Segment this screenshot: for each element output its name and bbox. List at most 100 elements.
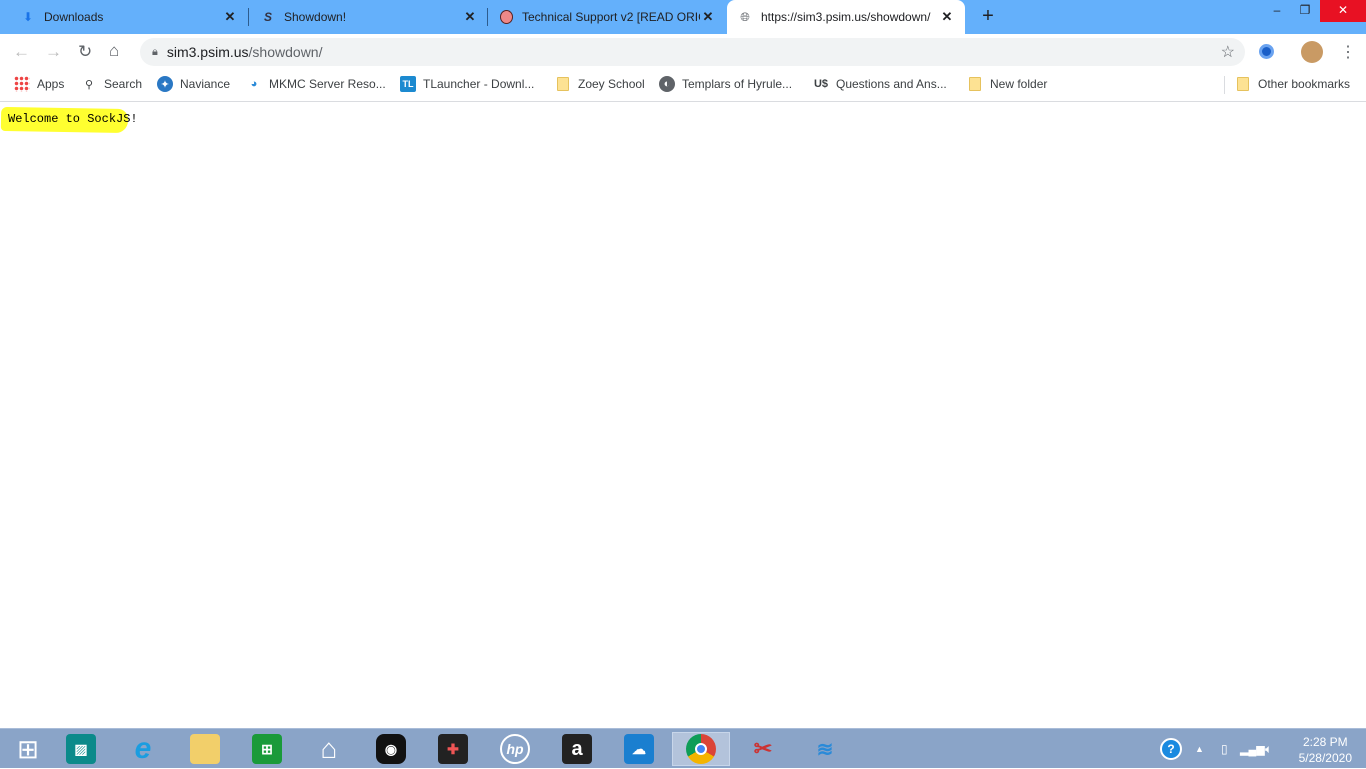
- taskbar-internet-explorer[interactable]: e: [115, 732, 171, 766]
- search-icon: ⚲: [84, 78, 94, 91]
- bookmark-label: Templars of Hyrule...: [682, 77, 793, 91]
- url-host: sim3.psim.us: [166, 44, 249, 60]
- store-icon: ⊞: [252, 734, 282, 764]
- bookmark-apps[interactable]: Apps: [14, 76, 64, 92]
- close-window-button[interactable]: ✕: [1320, 0, 1366, 22]
- bookmark-star-icon[interactable]: ☆: [1221, 42, 1235, 62]
- taskbar-chrome[interactable]: [672, 732, 730, 766]
- taskbar-home[interactable]: ⌂: [301, 732, 357, 766]
- url-path: /showdown/: [248, 44, 323, 60]
- home-icon: ⌂: [320, 733, 338, 764]
- showdown-icon: S: [263, 10, 272, 24]
- tab-divider: [248, 8, 249, 26]
- file-explorer-icon: [190, 734, 220, 764]
- battery-icon[interactable]: ▯: [1221, 729, 1228, 769]
- tab-label: Showdown!: [284, 10, 347, 24]
- clock[interactable]: 2:28 PM 5/28/2020: [1299, 734, 1352, 766]
- bookmark-label: Naviance: [180, 77, 231, 91]
- taskbar-camera[interactable]: ◉: [363, 732, 419, 766]
- bookmark-label: New folder: [990, 77, 1048, 91]
- taskbar-puzzle[interactable]: ✚: [425, 732, 481, 766]
- tab-label: https://sim3.psim.us/showdown/: [761, 10, 931, 24]
- tab-showdown[interactable]: S Showdown! ✕: [250, 0, 488, 34]
- hp-icon: hp: [500, 734, 530, 764]
- home-button[interactable]: ⌂: [109, 41, 119, 61]
- reload-button[interactable]: ↻: [78, 42, 92, 62]
- address-bar[interactable]: 🔒︎ sim3.psim.us/showdown/ ☆: [140, 38, 1245, 66]
- us-icon: U$: [813, 78, 829, 90]
- tab-sim3[interactable]: 🌐︎ https://sim3.psim.us/showdown/ ✕: [727, 0, 965, 34]
- minimize-button[interactable]: –: [1262, 0, 1292, 22]
- start-button[interactable]: ⊞: [0, 732, 56, 766]
- bookmark-search[interactable]: ⚲ Search: [81, 76, 142, 92]
- bookmark-label: Questions and Ans...: [836, 77, 947, 91]
- lock-icon: 🔒︎: [152, 45, 158, 58]
- bookmark-zoey-school[interactable]: Zoey School: [555, 76, 645, 92]
- close-tab-icon[interactable]: ✕: [222, 9, 238, 25]
- bookmark-label: Zoey School: [578, 77, 645, 91]
- tab-downloads[interactable]: ⬇ Downloads ✕: [10, 0, 248, 34]
- tab-technical-support[interactable]: Technical Support v2 [READ ORIG ✕: [488, 0, 726, 34]
- taskbar-file-explorer[interactable]: [177, 732, 233, 766]
- bookmark-label: TLauncher - Downl...: [423, 77, 535, 91]
- profile-avatar[interactable]: [1301, 41, 1323, 63]
- scissors-icon: ✂: [753, 736, 773, 761]
- taskbar-snipping-tool[interactable]: ✂: [735, 732, 791, 766]
- bookmark-label: Other bookmarks: [1258, 77, 1351, 91]
- apps-icon: [14, 76, 30, 92]
- volume-icon[interactable]: 🔈︎: [1265, 729, 1272, 769]
- clock-date: 5/28/2020: [1298, 751, 1352, 765]
- forward-button[interactable]: →: [45, 42, 62, 62]
- folder-icon: [967, 76, 983, 92]
- menu-icon[interactable]: ⋮: [1340, 42, 1356, 62]
- bookmarks-divider: [1224, 76, 1225, 94]
- help-icon[interactable]: ?: [1160, 729, 1182, 769]
- taskbar-hp[interactable]: hp: [487, 732, 543, 766]
- clock-time: 2:28 PM: [1302, 735, 1348, 749]
- bookmark-questions[interactable]: U$ Questions and Ans...: [813, 76, 947, 92]
- camera-icon: ◉: [376, 734, 406, 764]
- tlauncher-icon: TL: [400, 76, 416, 92]
- page-content: Welcome to SockJS!: [0, 103, 1366, 728]
- taskbar-photos[interactable]: ▨: [53, 732, 109, 766]
- windows-icon: ⊞: [17, 733, 39, 764]
- other-bookmarks[interactable]: Other bookmarks: [1235, 76, 1350, 92]
- globe-icon: 🌐︎: [740, 9, 750, 24]
- tab-label: Technical Support v2 [READ ORIG: [522, 10, 700, 24]
- taskbar-amazon[interactable]: a: [549, 732, 605, 766]
- bookmark-naviance[interactable]: ✦ Naviance: [157, 76, 230, 92]
- taskbar-onedrive[interactable]: ☁: [611, 732, 667, 766]
- close-tab-icon[interactable]: ✕: [939, 9, 955, 25]
- taskbar-dolphin[interactable]: ≋: [797, 732, 853, 766]
- tab-strip: ⬇ Downloads ✕ S Showdown! ✕ Technical Su…: [0, 0, 1366, 34]
- new-tab-button[interactable]: +: [978, 5, 998, 28]
- back-button[interactable]: ←: [13, 42, 30, 62]
- bookmark-mkmc[interactable]: ◕ MKMC Server Reso...: [246, 76, 386, 92]
- bookmark-templars[interactable]: ◐ Templars of Hyrule...: [659, 76, 792, 92]
- globe-icon: ◐: [659, 76, 675, 92]
- bookmark-label: Search: [104, 77, 143, 91]
- tab-label: Downloads: [44, 10, 104, 24]
- extension-icon[interactable]: [1259, 44, 1274, 59]
- bookmark-new-folder[interactable]: New folder: [967, 76, 1047, 92]
- restore-button[interactable]: ❐: [1290, 0, 1320, 22]
- bookmark-label: Apps: [37, 77, 65, 91]
- taskbar: ⊞ ▨ e ⊞ ⌂ ◉ ✚ hp a ☁ ✂ ≋ ? ▲ ▯ ▂▄▆ 🔈︎ 2:…: [0, 728, 1366, 768]
- amazon-icon: a: [562, 734, 592, 764]
- pokemon-icon: [498, 9, 514, 25]
- folder-icon: [1235, 76, 1251, 92]
- puzzle-icon: ✚: [438, 734, 468, 764]
- download-icon: ⬇: [22, 10, 34, 24]
- mkmc-icon: ◕: [250, 78, 258, 90]
- bookmark-tlauncher[interactable]: TL TLauncher - Downl...: [400, 76, 534, 92]
- chrome-icon: [686, 734, 716, 764]
- close-tab-icon[interactable]: ✕: [462, 9, 478, 25]
- taskbar-store[interactable]: ⊞: [239, 732, 295, 766]
- dolphin-icon: ≋: [816, 738, 834, 761]
- photos-icon: ▨: [66, 734, 96, 764]
- show-hidden-icons[interactable]: ▲: [1195, 729, 1204, 769]
- close-tab-icon[interactable]: ✕: [700, 9, 716, 25]
- internet-explorer-icon: e: [134, 732, 152, 765]
- onedrive-icon: ☁: [624, 734, 654, 764]
- network-icon[interactable]: ▂▄▆: [1240, 729, 1265, 769]
